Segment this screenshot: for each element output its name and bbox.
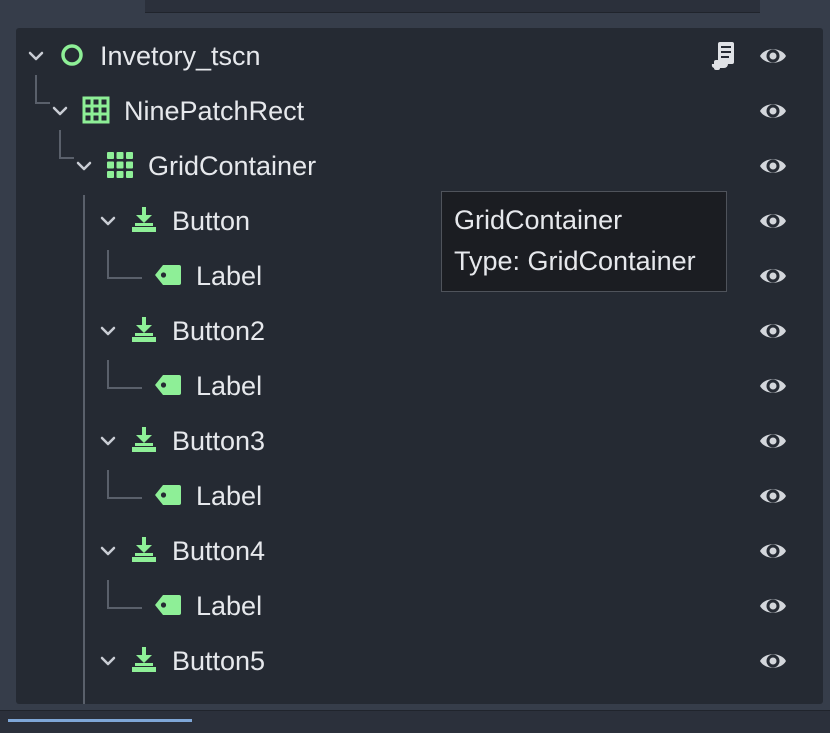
script-icon[interactable] — [708, 40, 738, 72]
collapse-arrow-icon[interactable] — [99, 432, 117, 450]
filter-bar[interactable] — [145, 0, 760, 13]
tree-item-ninepatchrect[interactable]: NinePatchRect — [16, 83, 806, 138]
gridcontainer-icon — [106, 151, 134, 179]
node-label: Label — [196, 371, 263, 401]
tree-item-invetory-tscn[interactable]: Invetory_tscn — [16, 28, 806, 83]
node-label: Label — [196, 591, 263, 621]
collapse-arrow-icon[interactable] — [99, 652, 117, 670]
scene-tree-panel: Invetory_tscn NinePatchRect GridContainer B… — [16, 28, 823, 704]
node-label: Invetory_tscn — [100, 41, 261, 71]
tree-item-label[interactable]: Label — [16, 358, 806, 413]
collapse-arrow-icon[interactable] — [99, 542, 117, 560]
tree-item-button4[interactable]: Button4 — [16, 523, 806, 578]
node-label: GridContainer — [148, 151, 317, 181]
node-label: Button4 — [172, 536, 266, 566]
node-label: Label — [196, 481, 263, 511]
tree-item-label[interactable]: Label — [16, 578, 806, 633]
button-icon — [130, 316, 158, 344]
visibility-eye-icon[interactable] — [758, 591, 788, 621]
visibility-eye-icon[interactable] — [758, 261, 788, 291]
node-tooltip: GridContainer Type: GridContainer — [441, 191, 727, 292]
collapse-arrow-icon[interactable] — [51, 102, 69, 120]
visibility-eye-icon[interactable] — [758, 316, 788, 346]
visibility-eye-icon[interactable] — [758, 151, 788, 181]
visibility-eye-icon[interactable] — [758, 536, 788, 566]
label-icon — [154, 371, 182, 399]
button-icon — [130, 206, 158, 234]
button-icon — [130, 536, 158, 564]
node-label: Label — [196, 261, 263, 291]
ninepatchrect-icon — [82, 96, 110, 124]
node-label: Button5 — [172, 646, 266, 676]
node-label: Button — [172, 206, 251, 236]
node-label: NinePatchRect — [124, 96, 305, 126]
collapse-arrow-icon[interactable] — [75, 157, 93, 175]
tooltip-node-name: GridContainer — [454, 205, 623, 235]
visibility-eye-icon[interactable] — [758, 481, 788, 511]
node-label: Button3 — [172, 426, 266, 456]
visibility-eye-icon[interactable] — [758, 371, 788, 401]
label-icon — [154, 591, 182, 619]
label-icon — [154, 481, 182, 509]
bottom-bar — [0, 710, 830, 733]
tree-item-button3[interactable]: Button3 — [16, 413, 806, 468]
visibility-eye-icon[interactable] — [758, 41, 788, 71]
tree-item-label[interactable]: Label — [16, 468, 806, 523]
bottom-tab-indicator[interactable] — [8, 719, 192, 722]
tree-item-button5[interactable]: Button5 — [16, 633, 806, 688]
collapse-arrow-icon[interactable] — [99, 322, 117, 340]
visibility-eye-icon[interactable] — [758, 206, 788, 236]
collapse-arrow-icon[interactable] — [27, 47, 45, 65]
visibility-eye-icon[interactable] — [758, 96, 788, 126]
node-circle-icon — [58, 41, 86, 69]
label-icon — [154, 261, 182, 289]
visibility-eye-icon[interactable] — [758, 426, 788, 456]
collapse-arrow-icon[interactable] — [99, 212, 117, 230]
button-icon — [130, 426, 158, 454]
tree-item-button2[interactable]: Button2 — [16, 303, 806, 358]
vertical-scrollbar[interactable] — [820, 55, 823, 704]
node-label: Button2 — [172, 316, 266, 346]
button-icon — [130, 646, 158, 674]
tree-item-gridcontainer[interactable]: GridContainer — [16, 138, 806, 193]
visibility-eye-icon[interactable] — [758, 646, 788, 676]
tooltip-node-type: Type: GridContainer — [454, 246, 696, 276]
